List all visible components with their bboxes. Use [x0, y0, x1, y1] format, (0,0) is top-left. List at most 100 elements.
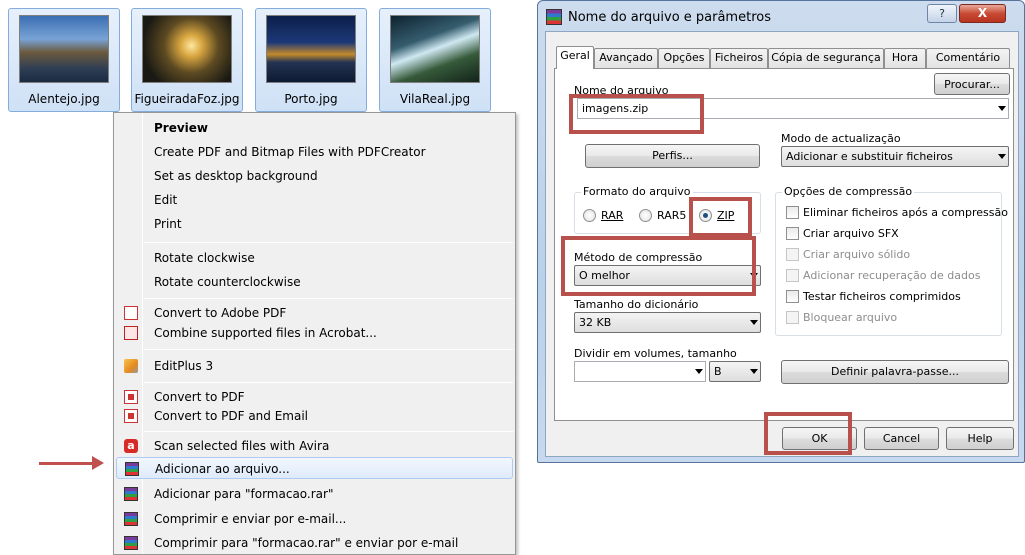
- menu-item-compress-email[interactable]: Comprimir e enviar por e-mail...: [116, 508, 513, 530]
- solid-archive-label: Criar arquivo sólido: [803, 248, 911, 261]
- menu-item-label: Set as desktop background: [154, 169, 318, 183]
- menu-item-pdfcreator[interactable]: Create PDF and Bitmap Files with PDFCrea…: [116, 141, 513, 163]
- menu-item-compress-rar-email[interactable]: Comprimir para "formacao.rar" e enviar p…: [116, 532, 513, 554]
- chevron-down-icon: [750, 369, 758, 374]
- menu-separator: [144, 242, 513, 243]
- chevron-down-icon: [750, 320, 758, 325]
- tab-ficheiros[interactable]: Ficheiros: [710, 48, 768, 68]
- recovery-record-checkbox[interactable]: [786, 269, 799, 282]
- dict-select[interactable]: 32 KB: [574, 312, 761, 333]
- chevron-down-icon: [695, 369, 703, 374]
- help-title-button[interactable]: ?: [927, 4, 957, 23]
- browse-button[interactable]: Procurar...: [934, 73, 1010, 95]
- tab-hora[interactable]: Hora: [884, 48, 926, 68]
- cancel-button[interactable]: Cancel: [864, 427, 939, 450]
- context-menu: Preview Create PDF and Bitmap Files with…: [113, 112, 516, 555]
- dict-label: Tamanho do dicionário: [574, 298, 699, 311]
- update-mode-label: Modo de actualização: [781, 132, 901, 145]
- split-size-input[interactable]: [574, 361, 706, 382]
- adobe-pdf-icon: [124, 306, 138, 320]
- winrar-icon: [546, 9, 562, 25]
- menu-item-label: Comprimir e enviar por e-mail...: [154, 512, 347, 526]
- update-mode-select[interactable]: Adicionar e substituir ficheiros: [781, 146, 1009, 167]
- menu-item-convert-pdf-email[interactable]: Convert to PDF and Email: [116, 405, 513, 427]
- solid-archive-checkbox[interactable]: [786, 248, 799, 261]
- recovery-record-label: Adicionar recuperação de dados: [803, 269, 981, 282]
- menu-item-print[interactable]: Print: [116, 213, 513, 235]
- annotation-arrow-head: [92, 456, 104, 470]
- menu-item-label: Adicionar para "formacao.rar": [154, 487, 334, 501]
- menu-item-label: Convert to PDF and Email: [154, 409, 309, 423]
- file-thumbnails: Alentejo.jpg FigueiradaFoz.jpg Porto.jpg…: [0, 0, 530, 112]
- chevron-down-icon: [998, 106, 1006, 111]
- winrar-icon: [125, 462, 139, 476]
- menu-item-label: EditPlus 3: [154, 359, 214, 373]
- menu-item-label: Scan selected files with Avira: [154, 439, 330, 453]
- lock-archive-checkbox[interactable]: [786, 311, 799, 324]
- menu-separator: [144, 349, 513, 350]
- thumbnail-alentejo[interactable]: Alentejo.jpg: [8, 8, 120, 112]
- tab-copia-seguranca[interactable]: Cópia de segurança: [768, 48, 884, 68]
- menu-item-label: Preview: [154, 121, 209, 135]
- menu-item-avira-scan[interactable]: a Scan selected files with Avira: [116, 435, 513, 457]
- dialog-title: Nome do arquivo e parâmetros: [568, 10, 771, 25]
- archive-dialog: Nome do arquivo e parâmetros ? X Geral A…: [537, 0, 1025, 463]
- chevron-down-icon: [998, 154, 1006, 159]
- menu-item-add-to-rar[interactable]: Adicionar para "formacao.rar": [116, 483, 513, 505]
- create-sfx-checkbox[interactable]: [786, 227, 799, 240]
- split-unit-value: B: [714, 365, 722, 378]
- acrobat-combine-icon: [124, 326, 138, 340]
- help-button[interactable]: Help: [946, 427, 1014, 450]
- create-sfx-label: Criar arquivo SFX: [803, 227, 899, 240]
- thumbnail-vilareal[interactable]: VilaReal.jpg: [379, 8, 491, 112]
- format-rar-label: RAR: [601, 209, 624, 222]
- tab-avancado[interactable]: Avançado: [594, 48, 658, 68]
- tab-comentario[interactable]: Comentário: [926, 48, 1010, 68]
- menu-item-label: Create PDF and Bitmap Files with PDFCrea…: [154, 145, 426, 159]
- menu-separator: [144, 298, 513, 299]
- menu-item-label: Rotate counterclockwise: [154, 275, 301, 289]
- menu-item-edit[interactable]: Edit: [116, 189, 513, 211]
- thumbnail-figueiradafoz[interactable]: FigueiradaFoz.jpg: [131, 8, 243, 112]
- photo-icon: [390, 15, 480, 83]
- menu-item-label: Rotate clockwise: [154, 251, 255, 265]
- delete-files-checkbox[interactable]: [786, 206, 799, 219]
- profiles-button[interactable]: Perfis...: [585, 144, 760, 168]
- close-button[interactable]: X: [959, 4, 1006, 23]
- photo-icon: [266, 15, 356, 83]
- menu-item-preview[interactable]: Preview: [116, 117, 513, 139]
- menu-item-set-background[interactable]: Set as desktop background: [116, 165, 513, 187]
- format-group-title: Formato do arquivo: [581, 185, 693, 198]
- set-password-button[interactable]: Definir palavra-passe...: [781, 360, 1009, 384]
- avira-icon: a: [124, 439, 138, 453]
- photo-icon: [19, 15, 109, 83]
- annotation-box-ok: [764, 412, 852, 455]
- format-rar5-radio[interactable]: [639, 209, 652, 222]
- options-group-title: Opções de compressão: [782, 185, 915, 198]
- photo-icon: [142, 15, 232, 83]
- thumbnail-caption: FigueiradaFoz.jpg: [134, 92, 240, 106]
- menu-item-rotate-cw[interactable]: Rotate clockwise: [116, 247, 513, 269]
- tab-geral[interactable]: Geral: [556, 46, 594, 69]
- tab-opcoes[interactable]: Opções: [658, 48, 710, 68]
- winrar-icon: [124, 487, 138, 501]
- thumbnail-caption: Porto.jpg: [284, 92, 338, 106]
- menu-item-label: Convert to PDF: [154, 390, 245, 404]
- menu-item-editplus[interactable]: EditPlus 3: [116, 355, 513, 377]
- menu-separator: [144, 431, 513, 432]
- annotation-arrow-shaft: [39, 462, 94, 465]
- test-files-checkbox[interactable]: [786, 290, 799, 303]
- update-mode-value: Adicionar e substituir ficheiros: [786, 150, 953, 163]
- pdf-email-icon: [124, 409, 138, 423]
- menu-item-rotate-ccw[interactable]: Rotate counterclockwise: [116, 271, 513, 293]
- thumbnail-porto[interactable]: Porto.jpg: [255, 8, 367, 112]
- menu-item-label: Print: [154, 217, 182, 231]
- menu-item-convert-adobe-pdf[interactable]: Convert to Adobe PDF: [116, 302, 513, 324]
- split-unit-select[interactable]: B: [709, 361, 761, 382]
- menu-item-label: Edit: [154, 193, 178, 207]
- menu-item-combine-acrobat[interactable]: Combine supported files in Acrobat...: [116, 322, 513, 344]
- format-rar-radio[interactable]: [583, 209, 596, 222]
- menu-item-add-to-archive[interactable]: Adicionar ao arquivo...: [116, 457, 513, 479]
- thumbnail-caption: VilaReal.jpg: [399, 92, 471, 106]
- dict-value: 32 KB: [579, 316, 612, 329]
